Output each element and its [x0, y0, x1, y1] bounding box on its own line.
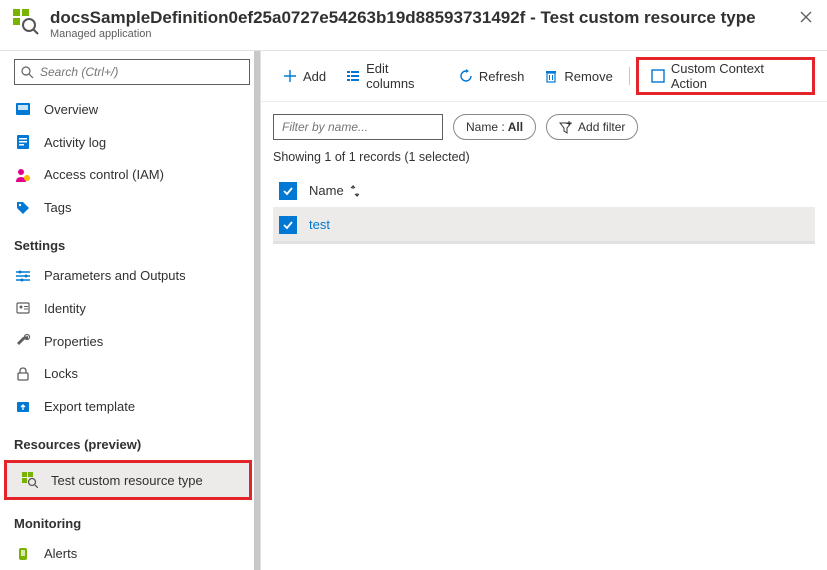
- table-row[interactable]: test: [273, 208, 815, 244]
- name-filter-pill[interactable]: Name : All: [453, 114, 536, 140]
- sidebar-item-properties[interactable]: Properties: [0, 325, 260, 358]
- custom-context-action-button[interactable]: Custom Context Action: [641, 62, 810, 90]
- activity-log-icon: [14, 133, 32, 151]
- page-title: docsSampleDefinition0ef25a0727e54263b19d…: [50, 8, 789, 28]
- refresh-button[interactable]: Refresh: [449, 62, 535, 90]
- add-icon: [283, 69, 297, 83]
- custom-resource-icon: [21, 471, 39, 489]
- sidebar-item-access-control[interactable]: Access control (IAM): [0, 159, 260, 192]
- toolbar: Add Edit columns Refresh Remove: [261, 51, 827, 102]
- edit-columns-button[interactable]: Edit columns: [336, 62, 449, 90]
- sidebar-item-label: Identity: [44, 301, 86, 316]
- sidebar-item-overview[interactable]: Overview: [0, 93, 260, 126]
- sidebar-item-label: Alerts: [44, 546, 77, 561]
- highlight-resources: Test custom resource type: [4, 460, 252, 500]
- row-name-link[interactable]: test: [309, 217, 330, 232]
- sidebar-item-label: Parameters and Outputs: [44, 268, 186, 283]
- resource-icon: [12, 8, 40, 36]
- properties-icon: [14, 332, 32, 350]
- sidebar-item-label: Access control (IAM): [44, 167, 164, 182]
- sidebar-item-alerts[interactable]: Alerts: [0, 537, 260, 570]
- add-filter-button[interactable]: Add filter: [546, 114, 638, 140]
- filter-by-name-input[interactable]: [273, 114, 443, 140]
- highlight-custom-action: Custom Context Action: [636, 57, 815, 95]
- sidebar-item-label: Properties: [44, 334, 103, 349]
- sidebar-item-identity[interactable]: Identity: [0, 292, 260, 325]
- sidebar-heading-settings: Settings: [0, 224, 260, 259]
- sidebar-item-label: Locks: [44, 366, 78, 381]
- remove-button[interactable]: Remove: [534, 62, 622, 90]
- records-count: Showing 1 of 1 records (1 selected): [261, 150, 827, 174]
- identity-icon: [14, 299, 32, 317]
- sidebar: Overview Activity log Access control (IA…: [0, 51, 261, 570]
- edit-columns-icon: [346, 69, 360, 83]
- resource-table: Name test: [261, 174, 827, 244]
- sidebar-item-tags[interactable]: Tags: [0, 191, 260, 224]
- alerts-icon: [14, 545, 32, 563]
- main-content: Add Edit columns Refresh Remove: [261, 51, 827, 570]
- search-icon: [21, 66, 34, 79]
- row-checkbox[interactable]: [279, 216, 297, 234]
- tags-icon: [14, 199, 32, 217]
- page-subtitle: Managed application: [50, 28, 789, 40]
- close-icon[interactable]: [797, 8, 815, 26]
- sidebar-item-parameters-outputs[interactable]: Parameters and Outputs: [0, 259, 260, 292]
- add-button[interactable]: Add: [273, 62, 336, 90]
- parameters-icon: [14, 267, 32, 285]
- overview-icon: [14, 100, 32, 118]
- search-input[interactable]: [40, 65, 243, 79]
- select-all-checkbox[interactable]: [279, 182, 297, 200]
- sort-icon: [350, 185, 360, 197]
- add-filter-icon: [559, 121, 572, 134]
- sidebar-item-export-template[interactable]: Export template: [0, 390, 260, 423]
- sidebar-item-label: Activity log: [44, 135, 106, 150]
- custom-action-icon: [651, 69, 665, 83]
- locks-icon: [14, 365, 32, 383]
- sidebar-item-label: Overview: [44, 102, 98, 117]
- filters-row: Name : All Add filter: [261, 102, 827, 150]
- page-header: docsSampleDefinition0ef25a0727e54263b19d…: [0, 0, 827, 51]
- sidebar-heading-resources: Resources (preview): [0, 423, 260, 458]
- sidebar-item-activity-log[interactable]: Activity log: [0, 126, 260, 159]
- export-template-icon: [14, 398, 32, 416]
- column-header-name[interactable]: Name: [309, 183, 360, 198]
- sidebar-item-label: Export template: [44, 399, 135, 414]
- remove-icon: [544, 69, 558, 83]
- access-control-icon: [14, 166, 32, 184]
- refresh-icon: [459, 69, 473, 83]
- sidebar-item-locks[interactable]: Locks: [0, 358, 260, 391]
- sidebar-item-test-custom-resource-type[interactable]: Test custom resource type: [7, 463, 249, 497]
- toolbar-separator: [629, 67, 630, 85]
- sidebar-item-label: Tags: [44, 200, 71, 215]
- table-header: Name: [273, 174, 815, 208]
- sidebar-item-label: Test custom resource type: [51, 473, 203, 488]
- sidebar-heading-monitoring: Monitoring: [0, 502, 260, 537]
- sidebar-search[interactable]: [14, 59, 250, 85]
